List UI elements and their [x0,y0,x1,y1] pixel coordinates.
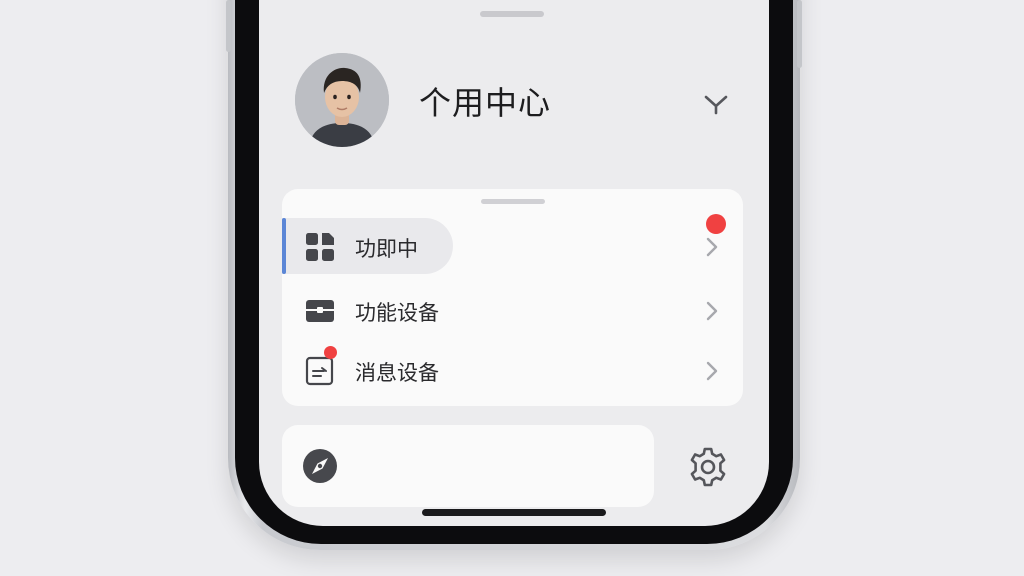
device-stage: 个用中心 功即中 功能设备 消息设备 [0,0,1024,576]
briefcase-icon [305,296,335,326]
menu-item-1[interactable]: 功能设备 [282,282,743,338]
page-title: 个用中心 [419,84,552,122]
gear-icon[interactable] [687,446,729,488]
compass-icon[interactable] [302,448,338,484]
message-document-icon [305,356,335,386]
menu-item-2[interactable]: 消息设备 [282,342,743,398]
avatar[interactable] [295,53,389,147]
selection-accent [282,218,286,274]
chevron-right-icon [705,236,719,258]
menu-item-0[interactable]: 功即中 [282,214,743,274]
home-indicator[interactable] [422,509,606,516]
volume-button [226,0,231,52]
phone-screen: 个用中心 功即中 功能设备 消息设备 [259,0,769,526]
bottom-panel[interactable] [282,425,654,507]
menu-item-label: 消息设备 [355,361,439,385]
chevron-right-icon [705,360,719,382]
menu-card: 功即中 功能设备 消息设备 [282,189,743,406]
menu-item-label: 功能设备 [355,301,439,325]
grid-document-icon [305,232,335,262]
card-grabber[interactable] [481,199,545,204]
chevron-right-icon [705,300,719,322]
chevron-down-icon[interactable] [703,93,729,115]
notification-badge [706,214,726,234]
power-button [797,0,802,68]
sheet-grabber[interactable] [480,11,544,17]
notification-badge [324,346,337,359]
menu-item-label: 功即中 [355,237,418,261]
